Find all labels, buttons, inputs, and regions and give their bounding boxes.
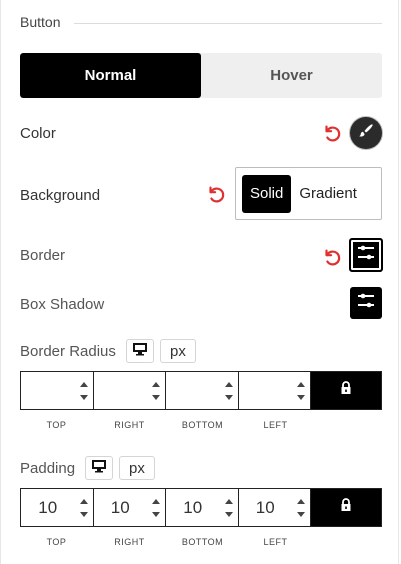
border-radius-side-labels: TOP RIGHT BOTTOM LEFT	[20, 420, 312, 430]
section-divider	[74, 22, 382, 24]
border-radius-unit-button[interactable]: px	[160, 339, 196, 363]
lock-icon	[340, 498, 352, 517]
padding-left-input[interactable]: 10	[238, 489, 311, 526]
color-reset-icon[interactable]	[321, 122, 343, 144]
spinner-icon[interactable]	[147, 381, 165, 400]
padding-unit-button[interactable]: px	[119, 456, 155, 480]
lock-icon	[340, 381, 352, 400]
background-solid-option[interactable]: Solid	[242, 174, 292, 213]
sliders-icon	[356, 292, 376, 315]
section-title: Button	[20, 14, 61, 30]
border-radius-left-input[interactable]	[238, 372, 311, 409]
section-header: Button	[20, 12, 382, 32]
side-label-right: RIGHT	[114, 537, 145, 547]
border-settings-button[interactable]	[349, 238, 383, 272]
box-shadow-settings-button[interactable]	[350, 287, 382, 319]
background-gradient-option[interactable]: Gradient	[291, 175, 365, 213]
padding-bottom-input[interactable]: 10	[166, 489, 239, 526]
padding-link-button[interactable]	[311, 489, 381, 526]
padding-top-input[interactable]: 10	[21, 489, 94, 526]
background-reset-icon[interactable]	[205, 183, 227, 205]
desktop-icon	[91, 459, 107, 478]
spinner-icon[interactable]	[220, 498, 238, 517]
border-radius-top-input[interactable]	[21, 372, 94, 409]
background-label: Background	[20, 187, 101, 204]
box-shadow-label: Box Shadow	[20, 296, 105, 313]
side-label-top: TOP	[46, 537, 67, 547]
tab-normal[interactable]: Normal	[20, 53, 201, 98]
spinner-icon[interactable]	[292, 381, 310, 400]
padding-label: Padding	[20, 460, 76, 477]
border-radius-bottom-input[interactable]	[166, 372, 239, 409]
border-radius-inputs	[20, 371, 382, 410]
side-label-bottom: BOTTOM	[181, 420, 224, 430]
brush-icon	[357, 122, 375, 145]
desktop-icon	[132, 342, 148, 361]
border-label: Border	[20, 247, 66, 264]
border-radius-device-button[interactable]	[126, 339, 154, 363]
color-picker-button[interactable]	[350, 117, 382, 149]
background-type-toggle: Solid Gradient	[235, 167, 382, 220]
side-label-bottom: BOTTOM	[181, 537, 224, 547]
border-radius-link-button[interactable]	[311, 372, 381, 409]
spinner-icon[interactable]	[220, 381, 238, 400]
side-label-left: LEFT	[263, 420, 288, 430]
padding-right-input[interactable]: 10	[93, 489, 166, 526]
side-label-left: LEFT	[263, 537, 288, 547]
padding-inputs: 10 10 10 10	[20, 488, 382, 527]
color-label: Color	[20, 125, 56, 142]
spinner-icon[interactable]	[75, 498, 93, 517]
side-label-right: RIGHT	[114, 420, 145, 430]
padding-device-button[interactable]	[85, 456, 113, 480]
border-radius-right-input[interactable]	[93, 372, 166, 409]
spinner-icon[interactable]	[147, 498, 165, 517]
tab-hover[interactable]: Hover	[201, 53, 382, 98]
padding-side-labels: TOP RIGHT BOTTOM LEFT	[20, 537, 312, 547]
spinner-icon[interactable]	[75, 381, 93, 400]
border-reset-icon[interactable]	[321, 246, 343, 268]
state-tabs: Normal Hover	[20, 53, 382, 98]
sliders-icon	[356, 244, 376, 267]
border-radius-label: Border Radius	[20, 343, 116, 360]
spinner-icon[interactable]	[292, 498, 310, 517]
side-label-top: TOP	[46, 420, 67, 430]
